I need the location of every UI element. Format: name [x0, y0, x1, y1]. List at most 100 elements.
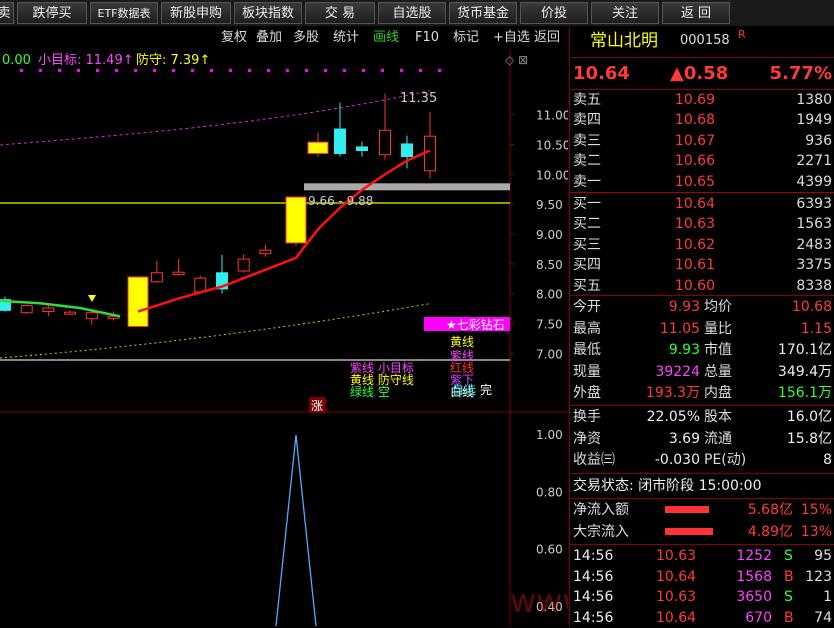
green-ma-line: [0, 299, 121, 318]
menu-button-4[interactable]: 板块指数: [234, 2, 302, 24]
candle-body: [259, 249, 272, 255]
signal-dot: [400, 69, 403, 72]
side-text-6: 自选: [452, 383, 476, 397]
toolbar-button-5[interactable]: F10: [412, 27, 442, 49]
menu-button-3[interactable]: 新股申购: [161, 2, 231, 24]
candle-body: [127, 276, 149, 327]
quote-panel: 常山北明 000158 R 10.64 ▲0.58 5.77% 卖五 10.69…: [569, 27, 834, 626]
last-price: 10.64: [573, 63, 630, 84]
y-axis-label: 8.00: [536, 288, 563, 302]
bid-row: 买四 10.61 3375: [573, 257, 832, 274]
toolbar-button-0[interactable]: 复权: [218, 27, 250, 49]
sub-axis-label: 0.80: [536, 485, 563, 499]
signal-dot: [438, 69, 441, 72]
menu-button-2[interactable]: ETF数据表: [90, 2, 158, 24]
stat-row: 最高 11.05 量比 1.15: [573, 320, 832, 337]
signal-dot: [134, 69, 137, 72]
tick-row: 14:56 10.63 3650 S 1: [573, 589, 832, 605]
stat-row: 现量 39224 总量 349.4万: [573, 363, 832, 380]
sub-axis-label: 1.00: [536, 428, 563, 442]
ask-row: 卖四 10.68 1949: [573, 112, 832, 129]
ask-row: 卖五 10.69 1380: [573, 92, 832, 108]
toolbar-button-7[interactable]: +自选: [490, 27, 533, 49]
stat-row: 今开 9.93 均价 10.68: [573, 299, 832, 315]
price-change: ▲0.58: [670, 63, 729, 84]
flow-row: 净流入额 5.68亿 15%: [573, 502, 832, 518]
y-axis-label: 9.00: [536, 228, 563, 242]
signal-dot: [343, 69, 346, 72]
signal-dot: [96, 69, 99, 72]
tick-row: 14:56 10.63 1252 S 95: [573, 548, 832, 564]
candle-body: [85, 312, 98, 320]
stat-row: 换手 22.05% 股本 16.0亿: [573, 409, 832, 425]
y-axis-label: 10.00: [536, 168, 568, 182]
signal-dot: [362, 69, 365, 72]
candle-body: [285, 196, 307, 244]
side-text-7: 完: [480, 382, 492, 397]
seven-color-label: ★七彩钻石: [446, 317, 505, 332]
stat-row: 净资 3.69 流通 15.8亿: [573, 430, 832, 447]
purple-dashed-curve: [0, 90, 431, 146]
signal-dot: [153, 69, 156, 72]
toolbar-button-1[interactable]: 叠加: [253, 27, 285, 49]
menu-button-6[interactable]: 自选股: [378, 2, 446, 24]
menu-button-10[interactable]: 返 回: [662, 2, 730, 24]
candle-body: [334, 128, 346, 154]
kline-chart[interactable]: 0.00 小目标: 11.49↑ 防守: 7.39↑ 11.00 10.50 10.…: [0, 50, 568, 626]
menu-button-9[interactable]: 关注: [591, 2, 659, 24]
bid-row: 买一 10.64 6393: [573, 196, 832, 212]
indicator-v0: 0.00: [2, 53, 31, 68]
buy-arrow-marker: [88, 295, 96, 302]
ask-row: 卖三 10.67 936: [573, 132, 832, 149]
chart-control-icons[interactable]: ◇ ⊠: [505, 53, 528, 67]
sub-axis-label: 0.60: [536, 543, 563, 557]
candle-body: [194, 277, 207, 293]
candle-body: [237, 258, 250, 272]
trade-status: 交易状态: 闭市阶段 15:00:00: [573, 478, 762, 494]
chart-toolbar: 复权 叠加 多股 统计 画线 F10 标记 +自选 返回: [0, 27, 568, 49]
y-axis-label: 9.50: [536, 198, 563, 212]
tick-row: 14:56 10.64 670 B 74: [573, 609, 832, 626]
high-price-label: 11.35: [400, 91, 437, 106]
candle-body: [356, 146, 368, 152]
toolbar-button-6[interactable]: 标记: [450, 27, 482, 49]
range-label: 9.66 - 9.88: [308, 194, 373, 208]
stat-row: 最低 9.93 市值 170.1亿: [573, 342, 832, 358]
stock-name: 常山北明: [590, 31, 658, 51]
legend-green: 绿线 空: [350, 384, 390, 399]
signal-dot: [210, 69, 213, 72]
y-axis-label: 11.00: [536, 109, 568, 123]
signal-dot: [229, 69, 232, 72]
indicator-defense: 防守: 7.39↑: [136, 52, 210, 68]
candle-body: [379, 129, 391, 156]
menu-button-1[interactable]: 跌停买: [17, 2, 87, 24]
price-change-pct: 5.77%: [769, 63, 832, 84]
toolbar-button-2[interactable]: 多股: [290, 27, 322, 49]
ask-row: 卖二 10.66 2271: [573, 153, 832, 170]
signal-dot: [115, 69, 118, 72]
signal-dot: [39, 69, 42, 72]
signal-dot: [20, 69, 23, 72]
side-text-1: 黄线: [450, 335, 474, 349]
signal-dot: [324, 69, 327, 72]
red-ma-line: [137, 149, 431, 313]
signal-dot: [419, 69, 422, 72]
candle-body: [20, 305, 33, 314]
stat-row: 外盘 193.3万 内盘 156.1万: [573, 385, 832, 401]
menu-button-5[interactable]: 交 易: [305, 2, 375, 24]
menu-button-8[interactable]: 价投: [520, 2, 588, 24]
signal-dot: [172, 69, 175, 72]
toolbar-button-8[interactable]: 返回: [531, 27, 563, 49]
signal-dot: [58, 69, 61, 72]
toolbar-button-3[interactable]: 统计: [330, 27, 362, 49]
tick-row: 14:56 10.64 1568 B 123: [573, 568, 832, 585]
toolbar-button-4[interactable]: 画线: [370, 27, 402, 49]
menu-button-0[interactable]: 卖: [0, 2, 14, 24]
stat-row: 收益㈢ -0.030 PE(动) 8: [573, 452, 832, 468]
zhang-label: 涨: [311, 398, 323, 413]
ask-row: 卖一 10.65 4399: [573, 173, 832, 190]
grey-zone-bar: [304, 183, 510, 191]
menu-button-7[interactable]: 货币基金: [449, 2, 517, 24]
y-axis-label: 8.50: [536, 258, 563, 272]
stock-code: 000158: [680, 33, 730, 48]
